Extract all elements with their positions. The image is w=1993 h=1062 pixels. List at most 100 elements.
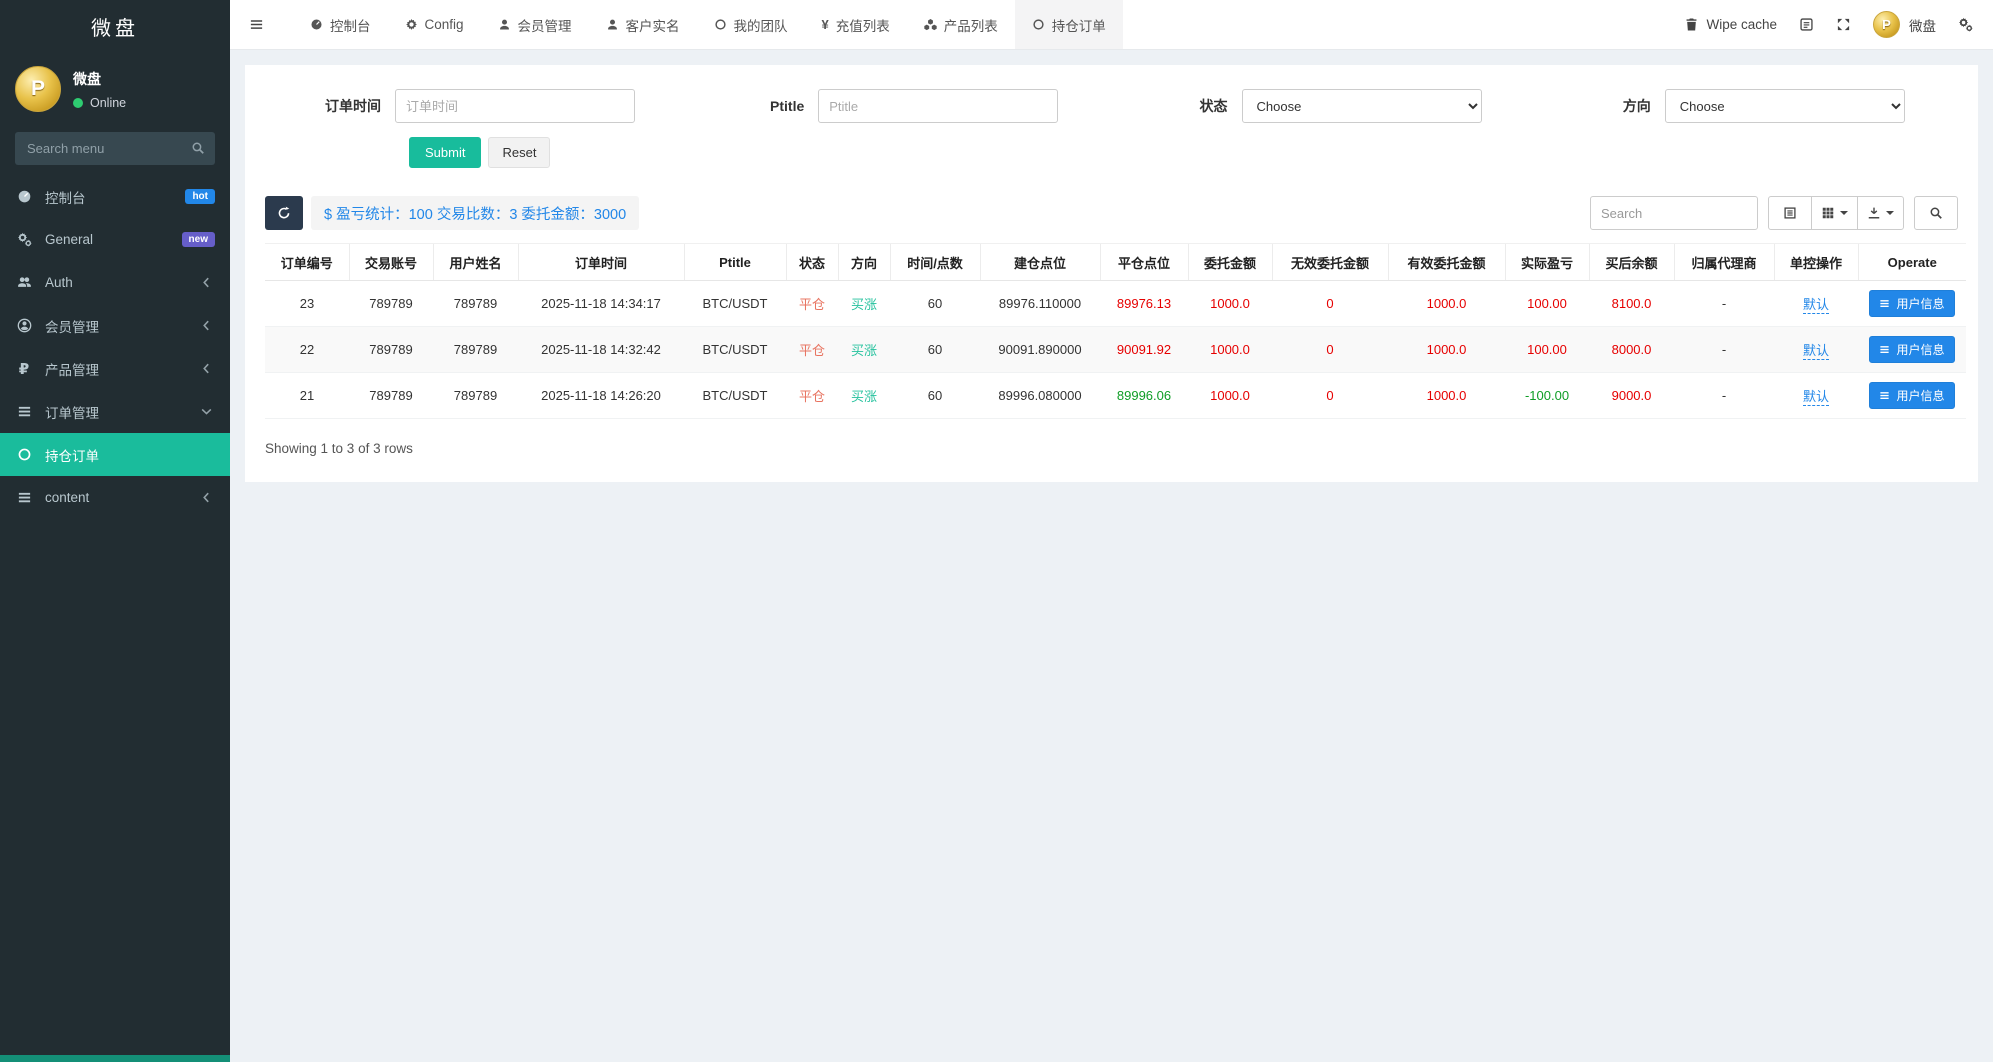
filter-ptitle: Ptitle bbox=[688, 89, 1111, 123]
navbar-user-menu[interactable]: P 微盘 bbox=[1873, 11, 1936, 38]
sidebar-item-orders[interactable]: 订单管理 bbox=[0, 390, 230, 433]
cell-account: 789789 bbox=[349, 326, 433, 373]
submit-button[interactable]: Submit bbox=[409, 137, 482, 168]
list-icon bbox=[15, 490, 33, 505]
top-navbar: 控制台 Config 会员管理 客户实名 我的团队 ¥ 充值列表 产品列表 持仓订单 Wipe … bbox=[230, 0, 1993, 50]
orders-table: 订单编号 交易账号 用户姓名 订单时间 Ptitle 状态 方向 时间/点数 建仓点位 平仓点位委… bbox=[265, 243, 1966, 419]
tab-label: 会员管理 bbox=[517, 18, 572, 34]
profit-stats: $ 盈亏统计：100 交易比数：3 委托金额：3000 bbox=[311, 196, 640, 230]
tab-recharge[interactable]: ¥ 充值列表 bbox=[805, 0, 907, 49]
user-info-button[interactable]: 用户信息 bbox=[1869, 382, 1955, 409]
yen-icon: ¥ bbox=[821, 17, 829, 32]
cell-invalid_entrust: 0 bbox=[1272, 280, 1388, 327]
list-icon bbox=[1879, 298, 1890, 309]
cell-profit: -100.00 bbox=[1505, 372, 1589, 419]
sidebar-menu: 控制台 hot General new Auth 会员管理 ₽ 产品管理 订单管理 持仓订单 con… bbox=[0, 175, 230, 519]
app-root: 微盘 P 微盘 Online 控制台 hot General new Auth 会员管理 ₽… bbox=[0, 0, 1993, 1062]
cell-open_point: 89996.080000 bbox=[980, 372, 1100, 419]
pagination-toggle-button[interactable] bbox=[1768, 196, 1812, 230]
gears-icon bbox=[15, 232, 33, 247]
sidebar-item-products[interactable]: ₽ 产品管理 bbox=[0, 347, 230, 390]
table-search-button[interactable] bbox=[1914, 196, 1958, 230]
table-search-input[interactable] bbox=[1590, 196, 1758, 230]
tab-product-list[interactable]: 产品列表 bbox=[907, 0, 1015, 49]
sidebar-item-console[interactable]: 控制台 hot bbox=[0, 175, 230, 218]
chevron-left-icon bbox=[197, 275, 215, 290]
column-header: 交易账号 bbox=[348, 243, 433, 281]
columns-button[interactable] bbox=[1811, 196, 1858, 230]
tab-label: 我的团队 bbox=[733, 18, 788, 34]
reset-button[interactable]: Reset bbox=[488, 137, 551, 168]
sidebar-item-members[interactable]: 会员管理 bbox=[0, 304, 230, 347]
ptitle-input[interactable] bbox=[818, 89, 1059, 123]
cell-entrust: 1000.0 bbox=[1188, 280, 1272, 327]
filter-actions: Submit Reset bbox=[409, 137, 1958, 168]
sidebar-item-position-orders[interactable]: 持仓订单 bbox=[0, 433, 230, 476]
column-header: 状态 bbox=[785, 243, 838, 281]
wipe-cache-button[interactable]: Wipe cache bbox=[1684, 17, 1777, 32]
main-area: 控制台 Config 会员管理 客户实名 我的团队 ¥ 充值列表 产品列表 持仓订单 Wipe … bbox=[230, 0, 1993, 1062]
filter-direction: 方向 Choose bbox=[1535, 89, 1958, 123]
refresh-button[interactable] bbox=[265, 196, 303, 230]
tab-members[interactable]: 会员管理 bbox=[481, 0, 589, 49]
refresh-icon bbox=[277, 206, 291, 220]
cell-username: 789789 bbox=[433, 372, 518, 419]
chevron-left-icon bbox=[197, 361, 215, 376]
user-icon bbox=[606, 18, 619, 31]
sidebar: 微盘 P 微盘 Online 控制台 hot General new Auth 会员管理 ₽… bbox=[0, 0, 230, 1062]
cell-close_point: 89976.13 bbox=[1100, 280, 1188, 327]
sidebar-item-content[interactable]: content bbox=[0, 476, 230, 519]
cell-operate: 用户信息 bbox=[1858, 372, 1966, 419]
default-control-link[interactable]: 默认 bbox=[1802, 297, 1829, 314]
navbar-tabs: 控制台 Config 会员管理 客户实名 我的团队 ¥ 充值列表 产品列表 持仓订单 bbox=[293, 0, 1123, 49]
column-header: 无效委托金额 bbox=[1271, 243, 1388, 281]
cell-period: 60 bbox=[890, 326, 980, 373]
tab-team[interactable]: 我的团队 bbox=[697, 0, 805, 49]
search-icon bbox=[1929, 206, 1943, 220]
cell-order_id: 23 bbox=[265, 280, 349, 327]
column-header: 用户姓名 bbox=[432, 243, 518, 281]
chevron-left-icon bbox=[197, 490, 215, 505]
cell-open_point: 89976.110000 bbox=[980, 280, 1100, 327]
filter-status: 状态 Choose bbox=[1112, 89, 1535, 123]
search-icon[interactable] bbox=[191, 141, 205, 155]
user-info-button[interactable]: 用户信息 bbox=[1869, 336, 1955, 363]
list-icon bbox=[15, 404, 33, 419]
default-control-link[interactable]: 默认 bbox=[1802, 343, 1829, 360]
default-control-link[interactable]: 默认 bbox=[1802, 389, 1829, 406]
settings-gears-icon[interactable] bbox=[1958, 17, 1973, 32]
cell-control: 默认 bbox=[1774, 280, 1858, 327]
sidebar-item-label: 产品管理 bbox=[45, 362, 99, 378]
tab-console[interactable]: 控制台 bbox=[293, 0, 388, 49]
page-content: 订单时间 Ptitle 状态 bbox=[230, 50, 1993, 1062]
sidebar-item-auth[interactable]: Auth bbox=[0, 261, 230, 304]
hamburger-icon[interactable] bbox=[230, 0, 283, 49]
table-row: 22 789789 789789 2025-11-18 14:32:42 BTC/USD… bbox=[265, 326, 1966, 373]
order-time-input[interactable] bbox=[395, 89, 635, 123]
columns-grid-icon bbox=[1821, 206, 1835, 220]
status-select[interactable]: Choose bbox=[1241, 89, 1482, 123]
cell-agent: - bbox=[1674, 280, 1774, 327]
sidebar-footer-bar bbox=[0, 1055, 230, 1062]
orders-panel: 订单时间 Ptitle 状态 bbox=[245, 65, 1978, 482]
tab-realname[interactable]: 客户实名 bbox=[589, 0, 697, 49]
export-button[interactable] bbox=[1857, 196, 1904, 230]
sidebar-item-general[interactable]: General new bbox=[0, 218, 230, 261]
sidebar-item-label: Auth bbox=[45, 275, 73, 290]
direction-select[interactable]: Choose bbox=[1664, 89, 1905, 123]
table-view-buttons bbox=[1768, 196, 1904, 230]
tab-label: 控制台 bbox=[330, 18, 371, 34]
tab-label: 充值列表 bbox=[835, 18, 890, 34]
language-icon[interactable] bbox=[1799, 17, 1814, 32]
user-info-button[interactable]: 用户信息 bbox=[1869, 290, 1955, 317]
tab-config[interactable]: Config bbox=[388, 0, 481, 49]
list-icon bbox=[1879, 390, 1890, 401]
export-icon bbox=[1867, 206, 1881, 220]
sidebar-item-label: 会员管理 bbox=[45, 319, 99, 335]
column-header: 买后余额 bbox=[1588, 243, 1674, 281]
wipe-cache-label: Wipe cache bbox=[1706, 17, 1777, 32]
fullscreen-icon[interactable] bbox=[1836, 17, 1851, 32]
column-header: 委托金额 bbox=[1187, 243, 1272, 281]
tab-position-orders[interactable]: 持仓订单 bbox=[1014, 0, 1123, 49]
sidebar-search-input[interactable] bbox=[15, 132, 215, 165]
